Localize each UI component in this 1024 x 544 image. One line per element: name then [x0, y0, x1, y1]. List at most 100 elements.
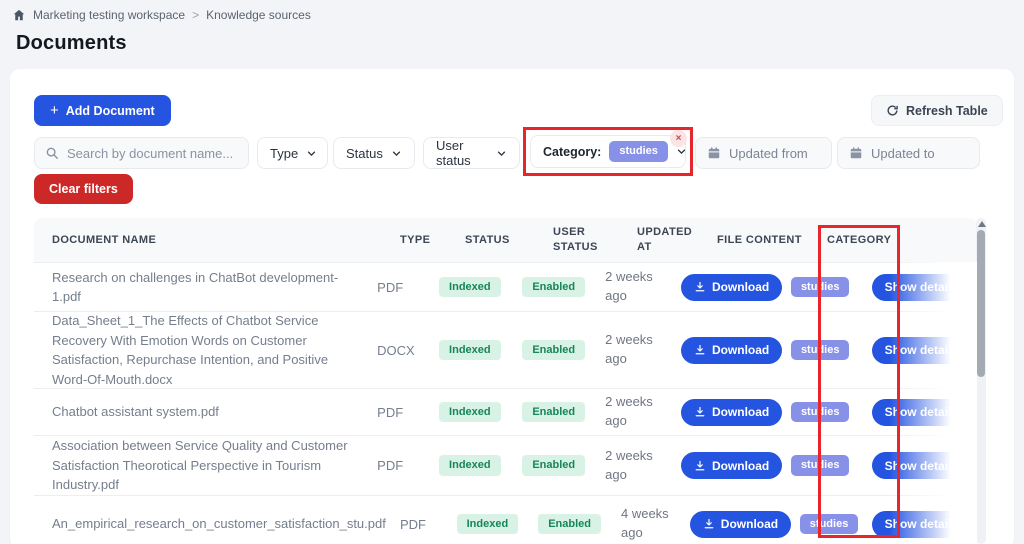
header-status: STATUS [465, 233, 510, 246]
updated-from-field[interactable]: Updated from [695, 137, 832, 169]
user-status-filter-label: User status [436, 138, 471, 168]
type-filter-dropdown[interactable]: Type [257, 137, 328, 169]
updated-at: 4 weeks ago [620, 506, 669, 540]
user-status-badge: Enabled [522, 276, 586, 298]
header-updated-at: UPDATED AT [637, 226, 693, 253]
show-details-button[interactable]: Show details [871, 398, 971, 426]
download-icon [704, 518, 714, 529]
download-icon [695, 344, 705, 355]
status-filter-label: Status [346, 145, 383, 161]
add-document-label: Add Document [65, 103, 155, 118]
header-user-status: USER STATUS [553, 226, 598, 253]
page-title: Documents [16, 32, 127, 54]
updated-from-placeholder: Updated from [729, 145, 808, 161]
chevron-down-icon [676, 146, 687, 157]
documents-table: DOCUMENT NAME TYPE STATUS USER STATUS UP… [34, 218, 977, 544]
show-details-button[interactable]: Show details [871, 510, 971, 538]
download-button[interactable]: Download [680, 452, 783, 479]
user-status-badge: Enabled [522, 339, 586, 361]
updated-at: 2 weeks ago [605, 332, 653, 366]
download-button[interactable]: Download [680, 398, 783, 426]
remove-category-filter-icon[interactable]: × [670, 130, 687, 147]
user-status-badge: Enabled [522, 401, 586, 423]
breadcrumb: Marketing testing workspace > Knowledge … [12, 8, 311, 22]
download-label: Download [711, 343, 770, 357]
search-box [34, 137, 249, 169]
breadcrumb-item-workspace[interactable]: Marketing testing workspace [33, 8, 185, 22]
updated-to-placeholder: Updated to [871, 145, 935, 161]
header-category: CATEGORY [827, 233, 892, 246]
download-label: Download [711, 405, 770, 419]
download-button[interactable]: Download [689, 510, 792, 538]
updated-at: 2 weeks ago [605, 269, 653, 303]
show-details-label: Show details [884, 458, 958, 473]
download-label: Download [720, 517, 779, 531]
show-details-label: Show details [884, 280, 958, 294]
document-name: Association between Service Quality and … [52, 438, 348, 493]
breadcrumb-separator: > [192, 8, 200, 22]
refresh-table-label: Refresh Table [906, 103, 988, 118]
status-badge: Indexed [439, 276, 501, 298]
user-status-filter-dropdown[interactable]: User status [423, 137, 520, 169]
table-body: Research on challenges in ChatBot develo… [34, 262, 977, 544]
calendar-icon [707, 146, 721, 160]
category-filter-dropdown[interactable]: Category: studies [530, 135, 686, 168]
header-file-content: FILE CONTENT [717, 233, 802, 246]
document-type: PDF [400, 516, 426, 532]
scrollbar-up-arrow-icon[interactable] [978, 221, 986, 227]
user-status-badge: Enabled [538, 513, 601, 535]
chevron-down-icon [496, 148, 507, 159]
status-badge: Indexed [439, 339, 501, 361]
table-row: Data_Sheet_1_The Effects of Chatbot Serv… [34, 311, 977, 388]
document-name: Research on challenges in ChatBot develo… [52, 269, 339, 305]
refresh-table-button[interactable]: Refresh Table [871, 95, 1003, 126]
calendar-icon [849, 146, 863, 160]
document-name: Chatbot assistant system.pdf [52, 404, 219, 420]
status-badge: Indexed [456, 513, 519, 535]
vertical-scrollbar-thumb[interactable] [977, 230, 985, 377]
download-icon [695, 460, 705, 470]
chevron-down-icon [391, 148, 402, 159]
table-row: Research on challenges in ChatBot develo… [34, 263, 977, 311]
table-row: Association between Service Quality and … [34, 435, 977, 495]
show-details-label: Show details [884, 517, 958, 531]
header-type: TYPE [400, 233, 431, 246]
status-badge: Indexed [439, 401, 501, 423]
show-details-label: Show details [884, 343, 958, 357]
show-details-button[interactable]: Show details [871, 273, 971, 301]
table-header-row: DOCUMENT NAME TYPE STATUS USER STATUS UP… [34, 218, 977, 262]
clear-filters-label: Clear filters [49, 182, 118, 196]
status-filter-dropdown[interactable]: Status [333, 137, 415, 169]
header-document-name: DOCUMENT NAME [52, 233, 157, 246]
download-button[interactable]: Download [680, 273, 783, 301]
show-details-button[interactable]: Show details [871, 336, 971, 364]
category-chip: studies [799, 513, 859, 535]
clear-filters-button[interactable]: Clear filters [34, 174, 133, 204]
download-icon [695, 281, 705, 292]
download-icon [695, 406, 705, 417]
add-document-button[interactable]: + Add Document [34, 95, 171, 126]
updated-at: 2 weeks ago [605, 394, 653, 428]
category-chip: studies [790, 276, 850, 298]
category-chip: studies [790, 455, 850, 476]
type-filter-label: Type [270, 145, 299, 161]
table-row: An_empirical_research_on_customer_satisf… [34, 495, 977, 544]
breadcrumb-item-knowledge-sources[interactable]: Knowledge sources [206, 8, 311, 22]
search-input[interactable] [67, 145, 238, 161]
updated-to-field[interactable]: Updated to [837, 137, 980, 169]
category-filter-value-chip: studies [609, 141, 668, 162]
user-status-badge: Enabled [522, 455, 586, 476]
home-icon[interactable] [12, 8, 26, 22]
show-details-label: Show details [884, 405, 958, 419]
chevron-down-icon [306, 148, 317, 159]
table-row: Chatbot assistant system.pdf PDF Indexed… [34, 388, 977, 435]
document-type: PDF [377, 279, 404, 295]
document-type: PDF [377, 404, 404, 420]
download-button[interactable]: Download [680, 336, 783, 364]
category-chip: studies [790, 401, 850, 423]
category-chip: studies [790, 339, 850, 361]
search-icon [45, 146, 59, 160]
document-type: PDF [377, 458, 404, 473]
document-name: Data_Sheet_1_The Effects of Chatbot Serv… [52, 313, 329, 387]
show-details-button[interactable]: Show details [871, 452, 971, 479]
